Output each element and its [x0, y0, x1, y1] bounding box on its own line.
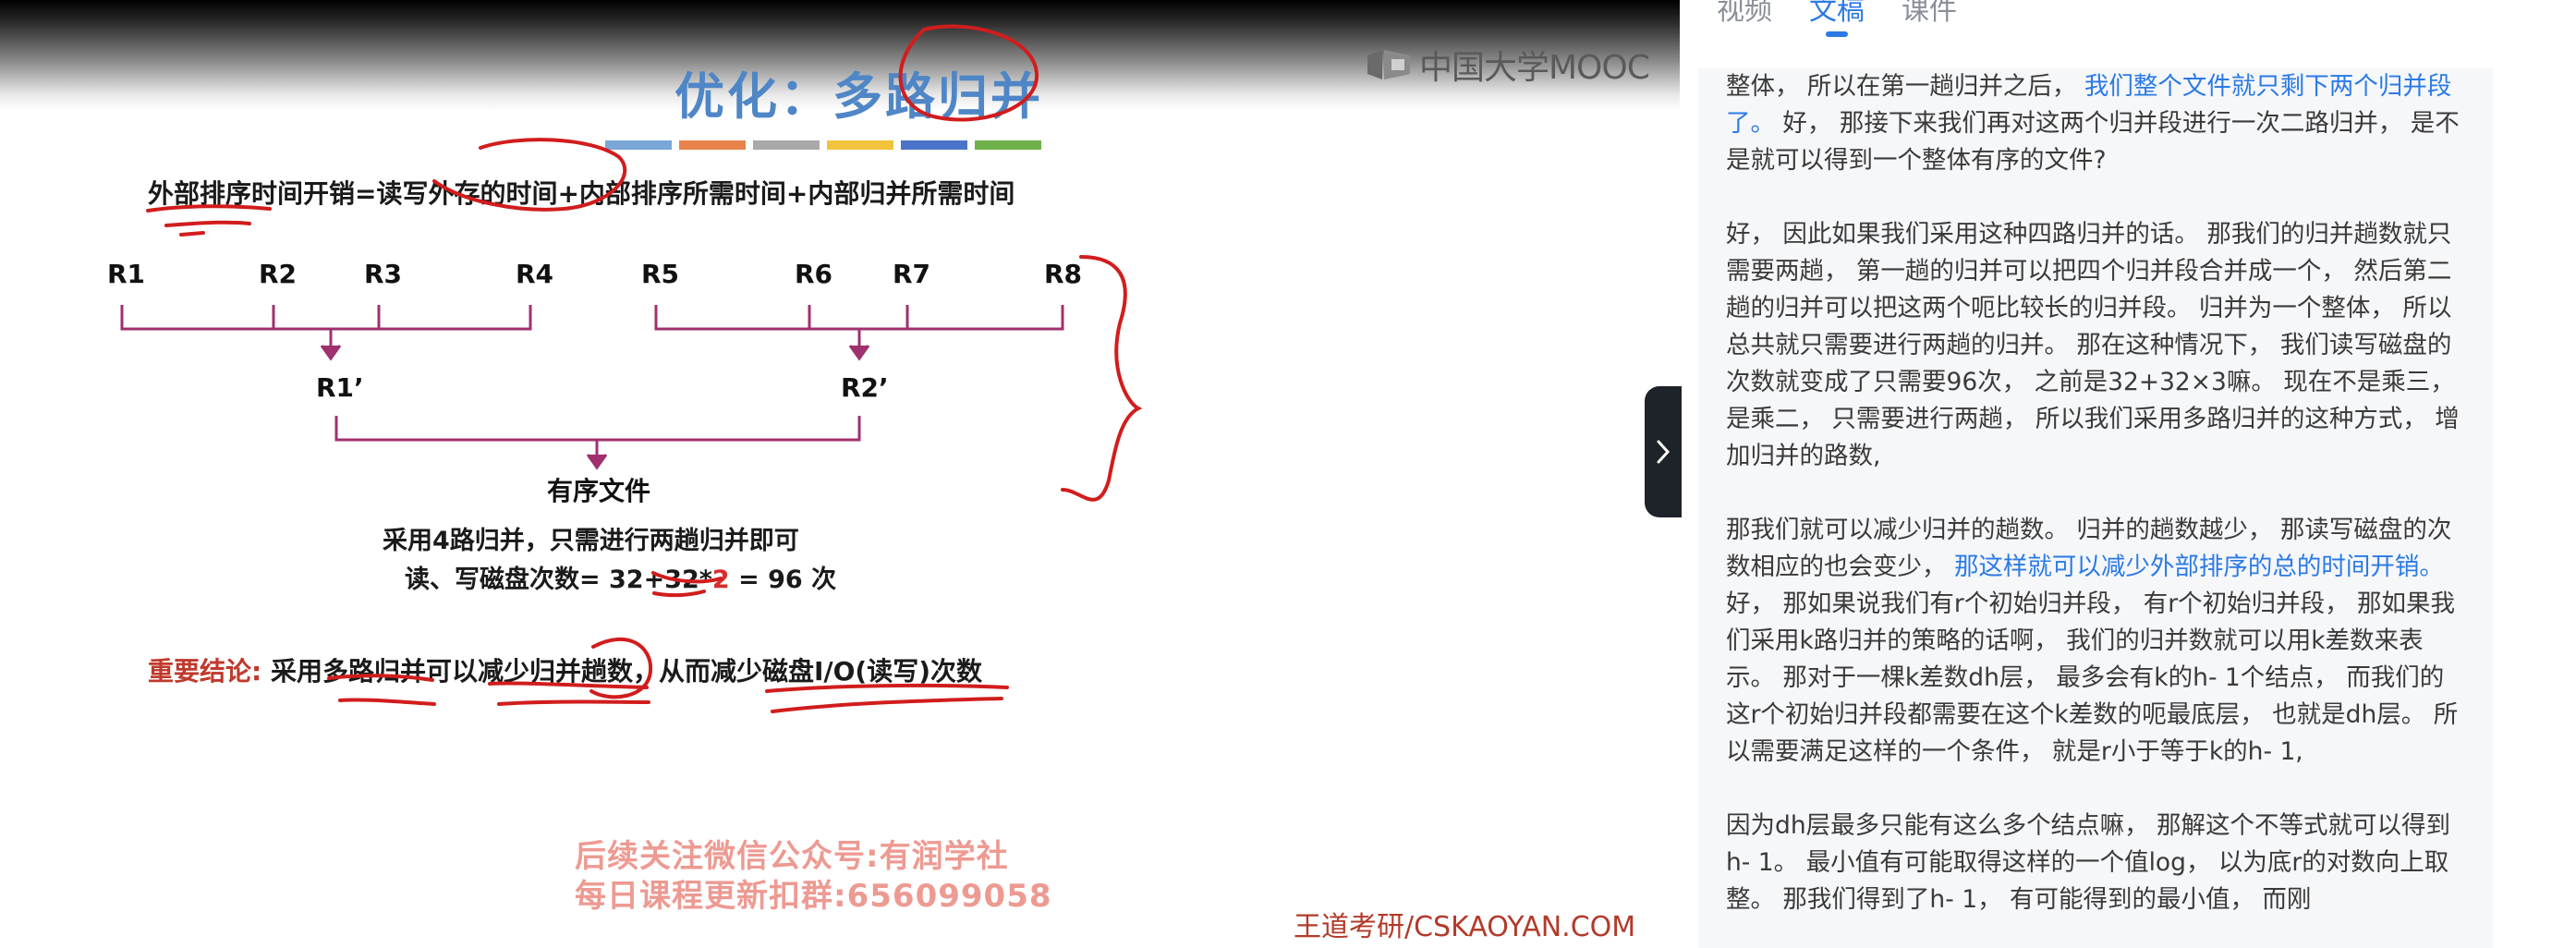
transcript-text: 好， 那如果说我们有r个初始归并段， 有r个初始归并段， 那如果我们采用k路归并…: [1726, 589, 2459, 766]
transcript-paragraph: 因为dh层最多只能有这么多个结点嘛， 那解这个不等式就可以得到h- 1。 最小值…: [1698, 808, 2493, 918]
transcript-paragraph: 好， 因此如果我们采用这种四路归并的话。 那我们的归并趟数就只需要两趟， 第一趟…: [1698, 216, 2493, 475]
transcript-text: 好， 那接下来我们再对这两个归并段进行一次二路归并， 是不是就可以得到一个整体有…: [1726, 109, 2460, 175]
tab-video[interactable]: 视频: [1717, 0, 1772, 28]
transcript-panel[interactable]: 整体， 所以在第一趟归并之后， 我们整个文件就只剩下两个归并段了。 好， 那接下…: [1698, 68, 2493, 948]
handwritten-annotations: [146, 24, 1143, 713]
transcript-text: 整体， 所以在第一趟归并之后，: [1726, 72, 2084, 101]
transcript-highlight[interactable]: 那这样就可以减少外部排序的总的时间开销。: [1954, 553, 2444, 581]
merge-tree-diagram: [120, 24, 1143, 713]
transcript-paragraph: 那我们就可以减少归并的趟数。 归并的趟数越少， 那读写磁盘的次数相应的也会变少，…: [1698, 512, 2493, 771]
panel-tabs: 视频 文稿 课件: [1717, 0, 1957, 37]
tab-courseware[interactable]: 课件: [1902, 0, 1957, 28]
tree-connectors: [120, 305, 1064, 470]
tab-transcript[interactable]: 文稿: [1809, 0, 1865, 37]
chevron-right-icon: [1657, 440, 1671, 464]
collapse-panel-button[interactable]: [1645, 386, 1682, 517]
video-player[interactable]: 中国大学MOOC 优化：多路归并 外部排序时间开销=读写外存的时间+内部排序所需…: [0, 0, 1680, 948]
transcript-paragraph: 整体， 所以在第一趟归并之后， 我们整个文件就只剩下两个归并段了。 好， 那接下…: [1698, 68, 2493, 179]
transcript-text: 好， 因此如果我们采用这种四路归并的话。 那我们的归并趟数就只需要两趟， 第一趟…: [1726, 220, 2460, 470]
transcript-text: 因为dh层最多只能有这么多个结点嘛， 那解这个不等式就可以得到h- 1。 最小值…: [1726, 811, 2451, 914]
